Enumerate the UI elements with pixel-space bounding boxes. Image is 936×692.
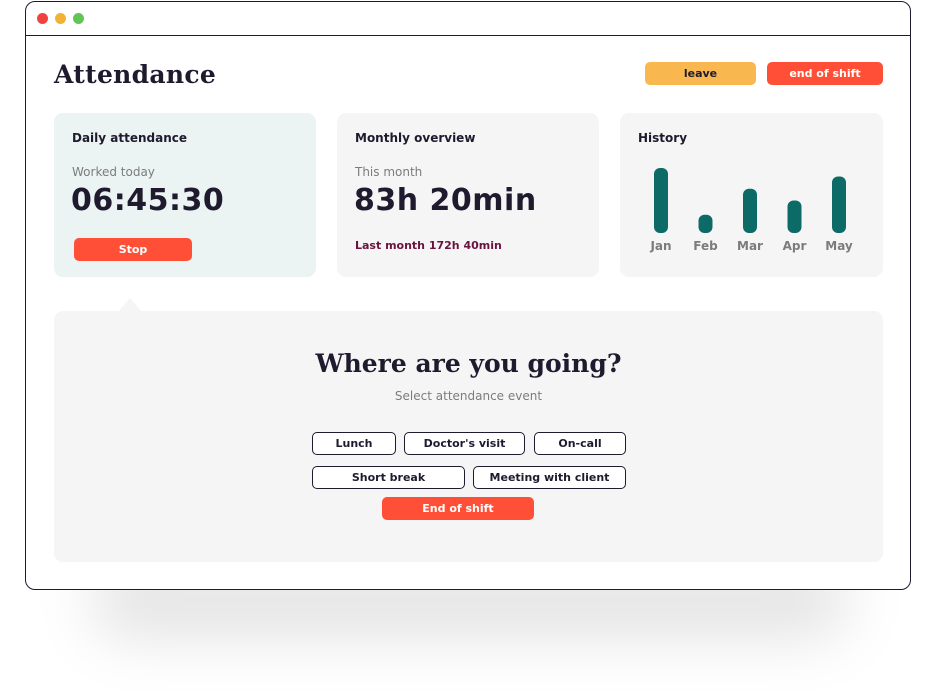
history-bar-jan	[654, 168, 668, 233]
history-bar-feb	[698, 214, 713, 233]
minimize-window-button[interactable]	[55, 13, 66, 24]
event-doctors-visit-button[interactable]: Doctor's visit	[404, 432, 525, 455]
panel-heading: Where are you going?	[315, 349, 622, 378]
maximize-window-button[interactable]	[73, 13, 84, 24]
panel-pointer	[118, 298, 142, 312]
history-bar-mar	[743, 188, 757, 233]
history-bar-apr	[787, 200, 802, 233]
daily-attendance-card: Daily attendance Worked today 06:45:30 S…	[54, 113, 316, 277]
this-month-total: 83h 20min	[354, 183, 537, 218]
last-month-total: Last month 172h 40min	[355, 239, 502, 252]
title-bar	[26, 2, 910, 36]
history-card: History Jan Feb Mar Apr May	[620, 113, 883, 277]
monthly-overview-card: Monthly overview This month 83h 20min La…	[337, 113, 599, 277]
worked-today-timer: 06:45:30	[71, 183, 225, 218]
history-bar-may	[832, 176, 846, 233]
event-on-call-button[interactable]: On-call	[534, 432, 626, 455]
this-month-label: This month	[355, 165, 423, 179]
history-month-label: Jan	[649, 239, 671, 253]
app-window: Attendance leave end of shift Daily atte…	[25, 1, 911, 590]
worked-today-label: Worked today	[72, 165, 155, 179]
attendance-event-panel: Where are you going? Select attendance e…	[54, 311, 883, 562]
daily-attendance-title: Daily attendance	[72, 131, 188, 145]
history-month-label: Mar	[737, 239, 763, 253]
close-window-button[interactable]	[37, 13, 48, 24]
stop-button[interactable]: Stop	[74, 238, 192, 261]
leave-button[interactable]: leave	[645, 62, 756, 85]
history-month-label: Feb	[693, 239, 718, 253]
history-month-label: May	[825, 239, 853, 253]
panel-subtitle: Select attendance event	[394, 389, 543, 403]
event-short-break-button[interactable]: Short break	[312, 466, 465, 489]
monthly-overview-title: Monthly overview	[355, 131, 476, 145]
panel-end-of-shift-button[interactable]: End of shift	[382, 497, 534, 520]
end-of-shift-button[interactable]: end of shift	[767, 62, 883, 85]
history-bar-chart: Jan Feb Mar Apr May	[649, 168, 853, 253]
page-title: Attendance	[54, 60, 217, 89]
event-lunch-button[interactable]: Lunch	[312, 432, 396, 455]
event-meeting-with-client-button[interactable]: Meeting with client	[473, 466, 626, 489]
history-month-label: Apr	[783, 239, 807, 253]
